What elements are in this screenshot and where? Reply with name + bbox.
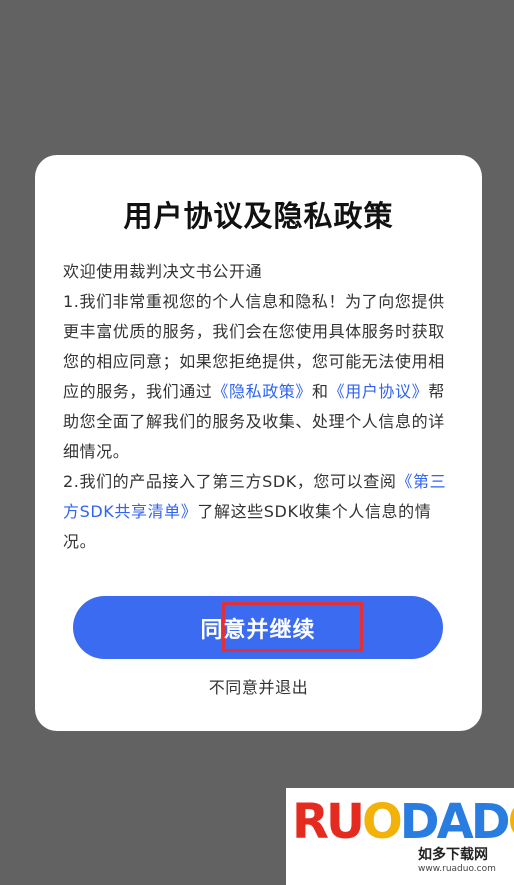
p2-text-before: 2.我们的产品接入了第三方SDK，您可以查阅 bbox=[63, 472, 397, 491]
logo-letter: A bbox=[436, 794, 474, 850]
logo-letter: R bbox=[292, 794, 329, 850]
logo-letter: O bbox=[361, 794, 403, 850]
dialog-title: 用户协议及隐私政策 bbox=[123, 199, 394, 233]
privacy-dialog: 用户协议及隐私政策 欢迎使用裁判决文书公开通 1.我们非常重视您的个人信息和隐私… bbox=[35, 155, 482, 731]
dialog-content: 欢迎使用裁判决文书公开通 1.我们非常重视您的个人信息和隐私！为了向您提供更丰富… bbox=[63, 257, 453, 557]
decline-exit-button[interactable]: 不同意并退出 bbox=[35, 674, 482, 698]
watermark-logo-text: RUODADO bbox=[292, 798, 514, 846]
agree-continue-button[interactable]: 同意并继续 bbox=[73, 596, 443, 659]
paragraph-1: 1.我们非常重视您的个人信息和隐私！为了向您提供更丰富优质的服务，我们会在您使用… bbox=[63, 287, 453, 467]
watermark-logo: RUODADO 如多下载网 www.ruaduo.com bbox=[286, 788, 514, 885]
logo-letter: O bbox=[508, 794, 514, 850]
agree-button-label: 同意并继续 bbox=[200, 618, 316, 643]
watermark-site-name: 如多下载网 bbox=[418, 847, 488, 863]
logo-letter: U bbox=[325, 794, 365, 850]
paragraph-2: 2.我们的产品接入了第三方SDK，您可以查阅《第三方SDK共享清单》了解这些SD… bbox=[63, 467, 453, 557]
privacy-policy-link[interactable]: 《隐私政策》 bbox=[212, 382, 312, 401]
watermark-url: www.ruaduo.com bbox=[418, 864, 496, 874]
logo-letter: D bbox=[470, 794, 511, 850]
p1-and-text: 和 bbox=[312, 382, 329, 401]
user-agreement-link[interactable]: 《用户协议》 bbox=[329, 382, 429, 401]
welcome-text: 欢迎使用裁判决文书公开通 bbox=[63, 262, 263, 281]
logo-letter: D bbox=[399, 794, 440, 850]
